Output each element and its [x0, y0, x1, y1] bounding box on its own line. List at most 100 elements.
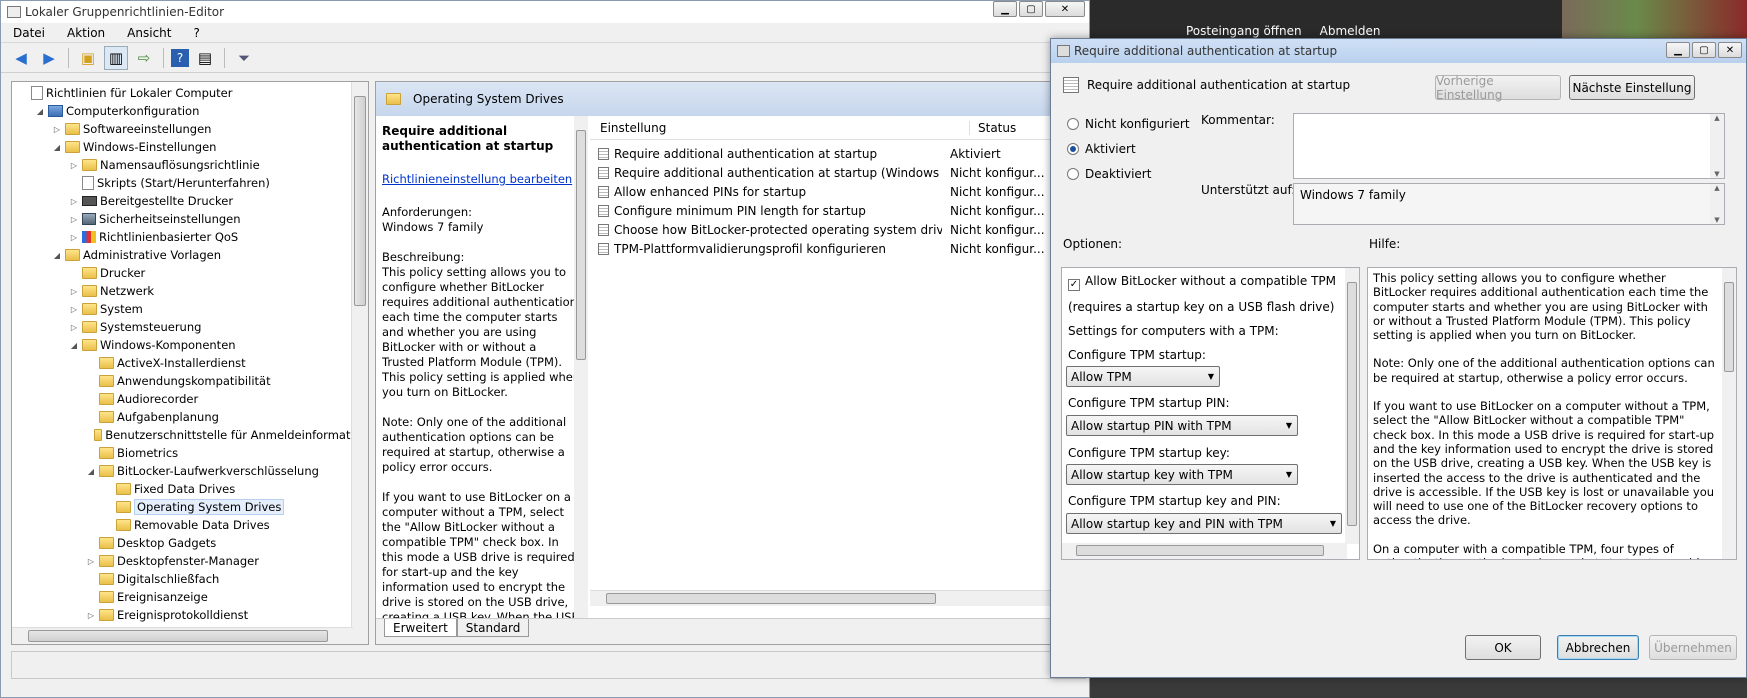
description-scrollbar[interactable]: [574, 116, 588, 644]
tree-item[interactable]: Anwendungskompatibilität: [12, 372, 368, 390]
tree-item[interactable]: ▷ Bereitgestellte Drucker: [12, 192, 368, 210]
allow-no-tpm-checkbox[interactable]: ✓: [1068, 279, 1080, 291]
expand-toggle-icon[interactable]: ◢: [69, 341, 79, 350]
help-scroll-thumb[interactable]: [1724, 282, 1734, 372]
cancel-button[interactable]: Abbrechen: [1557, 635, 1639, 660]
tpm-pin-select[interactable]: Allow startup PIN with TPM ▼: [1066, 415, 1298, 436]
menu-ansicht[interactable]: Ansicht: [127, 26, 171, 40]
tab-standard[interactable]: Standard: [456, 619, 530, 637]
expand-toggle-icon[interactable]: ◢: [52, 251, 62, 260]
comment-textarea[interactable]: ▲ ▼: [1293, 113, 1725, 179]
tree-item[interactable]: ▷ Namensauflösungsrichtlinie: [12, 156, 368, 174]
previous-setting-button[interactable]: Vorherige Einstellung: [1435, 74, 1561, 102]
expand-toggle-icon[interactable]: ▷: [69, 197, 79, 206]
help-scrollbar[interactable]: [1722, 268, 1736, 559]
tree-item[interactable]: ActiveX-Installerdienst: [12, 354, 368, 372]
tree-item[interactable]: Removable Data Drives: [12, 516, 368, 534]
tree-item[interactable]: Operating System Drives: [12, 498, 368, 516]
policy-row[interactable]: Require additional authentication at sta…: [590, 163, 1090, 182]
tree-item[interactable]: ◢ Computerkonfiguration: [12, 102, 368, 120]
logout-link[interactable]: Abmelden: [1320, 24, 1381, 38]
policy-row[interactable]: Require additional authentication at sta…: [590, 144, 1090, 163]
radio-enabled[interactable]: Aktiviert: [1067, 142, 1136, 156]
tree-item[interactable]: Audiorecorder: [12, 390, 368, 408]
comment-scrollbar[interactable]: ▲ ▼: [1710, 114, 1724, 178]
tree-item[interactable]: ▷ Sicherheitseinstellungen: [12, 210, 368, 228]
close-button[interactable]: ✕: [1045, 1, 1085, 17]
expand-toggle-icon[interactable]: ▷: [69, 323, 79, 332]
menu-help[interactable]: ?: [193, 26, 199, 40]
expand-toggle-icon[interactable]: ▷: [52, 125, 62, 134]
options-vscrollbar[interactable]: [1345, 268, 1359, 544]
radio-circle[interactable]: [1067, 168, 1079, 180]
tree-item[interactable]: ▷ Richtlinienbasierter QoS: [12, 228, 368, 246]
tree-item[interactable]: Digitalschließfach: [12, 570, 368, 588]
edit-policy-link[interactable]: Richtlinieneinstellung bearbeiten: [382, 172, 582, 187]
tree-item[interactable]: Aufgabenplanung: [12, 408, 368, 426]
policy-row[interactable]: Allow enhanced PINs for startup Nicht kon…: [590, 182, 1090, 201]
list-hscroll[interactable]: [590, 590, 1090, 606]
help-icon[interactable]: ?: [171, 48, 189, 67]
radio-disabled[interactable]: Deaktiviert: [1067, 167, 1151, 181]
list-hscroll-thumb[interactable]: [606, 593, 936, 604]
expand-toggle-icon[interactable]: ◢: [52, 143, 62, 152]
tree-item[interactable]: ▷ Softwareeinstellungen: [12, 120, 368, 138]
maximize-button[interactable]: ▢: [1019, 1, 1043, 17]
tree-item[interactable]: ▷ Ereignisprotokolldienst: [12, 606, 368, 624]
properties-icon[interactable]: ▤: [193, 46, 217, 70]
tree-item[interactable]: Fixed Data Drives: [12, 480, 368, 498]
minimize-button[interactable]: ▁: [993, 1, 1017, 17]
tpm-key-select[interactable]: Allow startup key with TPM ▼: [1066, 464, 1298, 485]
filter-icon[interactable]: ⏷: [232, 46, 256, 70]
tree-item[interactable]: Skripts (Start/Herunterfahren): [12, 174, 368, 192]
tree-item[interactable]: ▷ Desktopfenster-Manager: [12, 552, 368, 570]
tpm-keypin-select[interactable]: Allow startup key and PIN with TPM ▼: [1066, 513, 1342, 534]
dialog-close-button[interactable]: ✕: [1718, 42, 1742, 58]
show-hide-tree-icon[interactable]: ▥: [104, 45, 128, 70]
forward-arrow-icon[interactable]: ▶: [37, 46, 61, 70]
expand-toggle-icon[interactable]: ▷: [69, 305, 79, 314]
expand-toggle-icon[interactable]: ▷: [69, 233, 79, 242]
next-setting-button[interactable]: Nächste Einstellung: [1569, 75, 1695, 100]
ok-button[interactable]: OK: [1465, 635, 1541, 660]
tree-item[interactable]: Richtlinien für Lokaler Computer: [12, 84, 368, 102]
tree-item[interactable]: Biometrics: [12, 444, 368, 462]
tree-scroll-thumb[interactable]: [354, 96, 366, 306]
allow-no-tpm-checkbox-row[interactable]: ✓ Allow BitLocker without a compatible TP…: [1068, 274, 1336, 291]
tree-hscroll-thumb[interactable]: [28, 630, 328, 642]
up-folder-icon[interactable]: ▣: [76, 46, 100, 70]
expand-toggle-icon[interactable]: ▷: [69, 287, 79, 296]
tree-item[interactable]: ▷ System: [12, 300, 368, 318]
tree-item[interactable]: Drucker: [12, 264, 368, 282]
tree-item[interactable]: Benutzerschnittstelle für Anmeldeinforma…: [12, 426, 368, 444]
expand-toggle-icon[interactable]: ▷: [69, 215, 79, 224]
menu-aktion[interactable]: Aktion: [67, 26, 105, 40]
dialog-minimize-button[interactable]: ▁: [1666, 42, 1690, 58]
options-hscrollbar[interactable]: [1062, 543, 1347, 559]
policy-row[interactable]: Configure minimum PIN length for startup…: [590, 201, 1090, 220]
tree-item[interactable]: ▷ Netzwerk: [12, 282, 368, 300]
supported-scrollbar[interactable]: ▲ ▼: [1710, 184, 1724, 224]
column-status[interactable]: Status: [970, 121, 1016, 135]
tree-item[interactable]: ◢ Windows-Komponenten: [12, 336, 368, 354]
policy-row[interactable]: Choose how BitLocker-protected operating…: [590, 220, 1090, 239]
tree-item[interactable]: ◢ Administrative Vorlagen: [12, 246, 368, 264]
tree-item[interactable]: ◢ BitLocker-Laufwerkverschlüsselung: [12, 462, 368, 480]
options-hscroll-thumb[interactable]: [1076, 545, 1324, 556]
expand-toggle-icon[interactable]: ◢: [35, 107, 45, 116]
tree-horizontal-scrollbar[interactable]: [12, 627, 353, 644]
radio-circle[interactable]: [1067, 118, 1079, 130]
radio-not-configured[interactable]: Nicht konfiguriert: [1067, 117, 1190, 131]
tree-item[interactable]: Desktop Gadgets: [12, 534, 368, 552]
tpm-startup-select[interactable]: Allow TPM ▼: [1066, 366, 1220, 387]
radio-circle-selected[interactable]: [1067, 143, 1079, 155]
column-setting[interactable]: Einstellung: [590, 120, 970, 135]
expand-toggle-icon[interactable]: ▷: [86, 611, 96, 620]
back-arrow-icon[interactable]: ◀: [9, 46, 33, 70]
menu-datei[interactable]: Datei: [13, 26, 45, 40]
expand-toggle-icon[interactable]: ▷: [86, 557, 96, 566]
tree-vertical-scrollbar[interactable]: [351, 82, 368, 644]
mail-open-link[interactable]: Posteingang öffnen: [1186, 24, 1302, 38]
apply-button[interactable]: Übernehmen: [1649, 635, 1737, 660]
policy-row[interactable]: TPM-Plattformvalidierungsprofil konfigur…: [590, 239, 1090, 258]
